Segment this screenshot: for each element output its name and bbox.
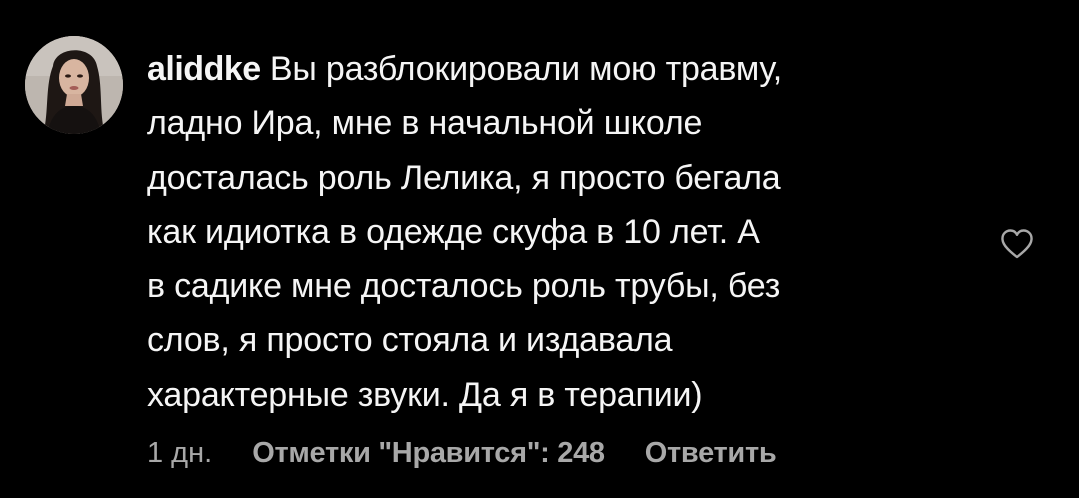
- avatar-photo-icon: [25, 36, 123, 134]
- comment-meta: 1 дн. Отметки "Нравится": 248 Ответить: [147, 433, 777, 473]
- comment: aliddke Вы разблокировали мою травму, ла…: [0, 0, 1079, 498]
- comment-username[interactable]: aliddke: [147, 50, 261, 88]
- reply-button[interactable]: Ответить: [645, 437, 777, 470]
- avatar[interactable]: [25, 36, 123, 134]
- comment-timestamp: 1 дн.: [147, 436, 213, 469]
- likes-count-link[interactable]: Отметки "Нравится": 248: [252, 437, 605, 470]
- comment-body: aliddke Вы разблокировали мою травму, ла…: [147, 42, 947, 422]
- heart-icon[interactable]: [1000, 228, 1034, 260]
- comment-text: Вы разблокировали мою травму, ладно Ира,…: [147, 50, 783, 414]
